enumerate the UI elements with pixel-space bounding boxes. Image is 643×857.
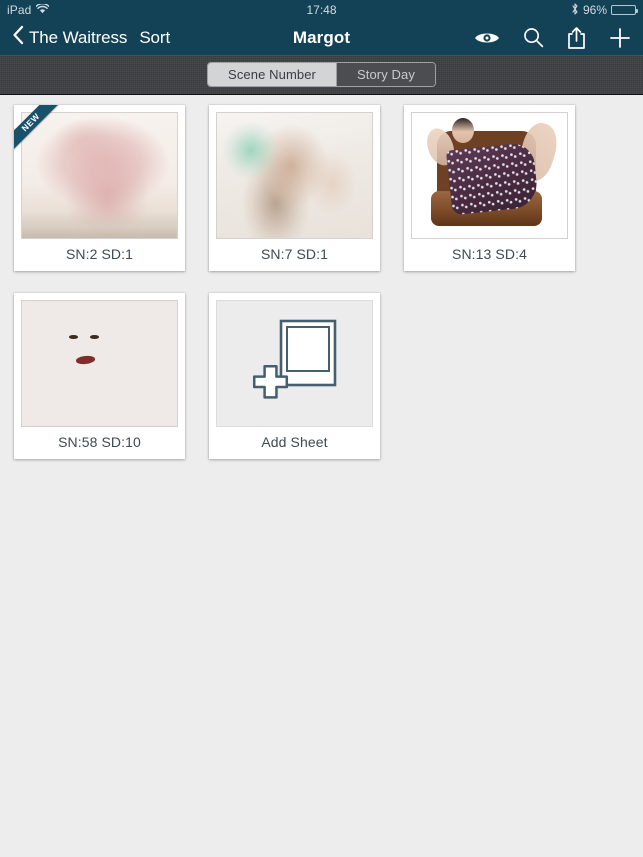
eye-icon[interactable] [474, 30, 500, 46]
thumbnail-artwork-portrait [217, 113, 372, 238]
sort-toolbar: Scene Number Story Day [0, 55, 643, 95]
battery-icon [611, 5, 638, 15]
add-sheet-icon [245, 315, 345, 412]
sheet-thumbnail-2 [216, 112, 373, 239]
sheet-card-4[interactable]: SN:58 SD:10 [14, 293, 185, 459]
sheet-card-label-3: SN:13 SD:4 [452, 246, 527, 262]
nav-right-group [474, 26, 631, 50]
nav-left-group: The Waitress Sort [12, 25, 170, 50]
sheet-thumbnail-3 [411, 112, 568, 239]
status-bar: iPad 17:48 96% [0, 0, 643, 20]
sort-button[interactable]: Sort [139, 28, 170, 48]
thumbnail-artwork-fur [22, 301, 177, 426]
navigation-bar: The Waitress Sort Margot [0, 20, 643, 55]
sheet-thumbnail-4 [21, 300, 178, 427]
add-sheet-card[interactable]: Add Sheet [209, 293, 380, 459]
sheet-grid: NEW SN:2 SD:1 SN:7 SD:1 SN:13 SD:4 SN:58… [0, 95, 643, 469]
search-icon[interactable] [523, 27, 544, 48]
sheet-card-label-4: SN:58 SD:10 [58, 434, 141, 450]
chevron-left-icon [12, 25, 24, 50]
back-button[interactable]: The Waitress [12, 25, 127, 50]
status-bar-left: iPad [7, 3, 50, 17]
sheet-card-label-2: SN:7 SD:1 [260, 246, 329, 262]
share-icon[interactable] [567, 26, 586, 50]
add-sheet-thumbnail [216, 300, 373, 427]
sheet-card-3[interactable]: SN:13 SD:4 [404, 105, 575, 271]
status-bar-right: 96% [571, 2, 638, 18]
segment-scene-number[interactable]: Scene Number [208, 63, 336, 86]
battery-percent-label: 96% [582, 3, 607, 17]
wifi-icon [36, 3, 50, 17]
bluetooth-icon [571, 2, 579, 18]
status-clock: 17:48 [306, 3, 337, 17]
add-sheet-label: Add Sheet [261, 434, 328, 450]
sheet-card-label-1: SN:2 SD:1 [65, 246, 134, 262]
status-device-label: iPad [7, 3, 32, 17]
thumbnail-artwork-chair [412, 113, 567, 238]
sheet-card-1[interactable]: NEW SN:2 SD:1 [14, 105, 185, 271]
sheet-card-2[interactable]: SN:7 SD:1 [209, 105, 380, 271]
sort-segmented-control[interactable]: Scene Number Story Day [207, 62, 436, 87]
plus-icon[interactable] [609, 27, 631, 49]
sheet-thumbnail-1 [21, 112, 178, 239]
segment-story-day[interactable]: Story Day [335, 63, 435, 86]
thumbnail-artwork-dress [22, 113, 177, 238]
back-button-label: The Waitress [29, 27, 128, 47]
